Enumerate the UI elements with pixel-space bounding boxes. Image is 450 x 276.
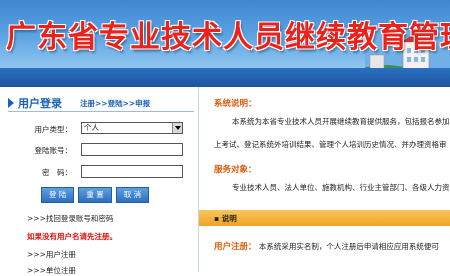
service-line1: 专业技术人员、法人单位、施教机构、行业主管部门、各级人力资	[232, 183, 450, 192]
notice-label: ▪ 说明	[214, 214, 237, 223]
user-type-row: 用户类型： 个人	[0, 122, 198, 136]
account-input[interactable]	[81, 143, 183, 156]
link-separator: >>	[95, 99, 108, 108]
notice-bar: ▪ 说明	[199, 210, 450, 226]
password-label: 密 码：	[42, 168, 72, 177]
service-title: 服务对象：	[214, 165, 257, 175]
recover-account-link[interactable]: >>>找回登录账号和密码	[27, 213, 113, 224]
cancel-button[interactable]: 取 消	[115, 187, 150, 203]
arrow-right-icon	[8, 98, 14, 108]
apply-link[interactable]: 申报	[135, 99, 150, 108]
account-label: 登陆账号：	[34, 146, 73, 155]
registration-text: 本系统采用实名制，个人注册后申请相应应用系统便可	[258, 242, 439, 251]
login-panel: 用户登录 注册>>登陆>>申报 用户类型： 个人 登陆账号： 密 码： 登 陆重…	[0, 87, 198, 275]
registration-note: 用户注册： 本系统采用实名制，个人注册后申请相应应用系统便可	[214, 240, 439, 252]
form-buttons: 登 陆重 置取 消	[41, 187, 153, 203]
register-link[interactable]: 注册	[80, 99, 95, 108]
banner-bottom-strip	[0, 68, 450, 87]
system-desc-line2: 上考试、登记系统外培训结果、管理个人培训历史情况、并办理资格审	[214, 140, 447, 149]
unit-register-link[interactable]: >>>单位注册	[27, 265, 76, 276]
system-desc-line1: 本系统为本省专业技术人员开展继续教育提供服务，包括报名参加	[232, 117, 450, 126]
divider-line	[8, 111, 194, 112]
user-type-value: 个人	[84, 123, 99, 132]
register-hint: 如果没有用户名请先注册。	[27, 232, 117, 241]
info-panel: 系统说明： 本系统为本省专业技术人员开展继续教育提供服务，包括报名参加 上考试、…	[199, 87, 450, 272]
account-row: 登陆账号：	[0, 143, 198, 157]
reset-button[interactable]: 重 置	[78, 187, 112, 203]
system-desc-title: 系统说明：	[214, 99, 257, 109]
login-nav-links: 注册>>登陆>>申报	[80, 98, 150, 109]
user-type-label: 用户类型：	[34, 125, 73, 134]
login-link[interactable]: 登陆	[108, 99, 123, 108]
header-banner: 广东省专业技术人员继续教育管理系统	[0, 0, 450, 87]
personal-register-link[interactable]: >>>用户注册	[27, 249, 76, 260]
login-title: 用户登录	[18, 97, 62, 110]
chevron-down-icon[interactable]	[172, 123, 182, 133]
password-row: 密 码：	[0, 165, 198, 179]
login-button[interactable]: 登 陆	[41, 187, 75, 203]
user-type-select[interactable]: 个人	[81, 122, 183, 134]
registration-head: 用户注册：	[214, 242, 257, 252]
system-title: 广东省专业技术人员继续教育管理系统	[6, 20, 450, 55]
link-separator: >>	[122, 99, 136, 108]
login-header: 用户登录	[8, 95, 62, 110]
password-input[interactable]	[81, 165, 183, 178]
